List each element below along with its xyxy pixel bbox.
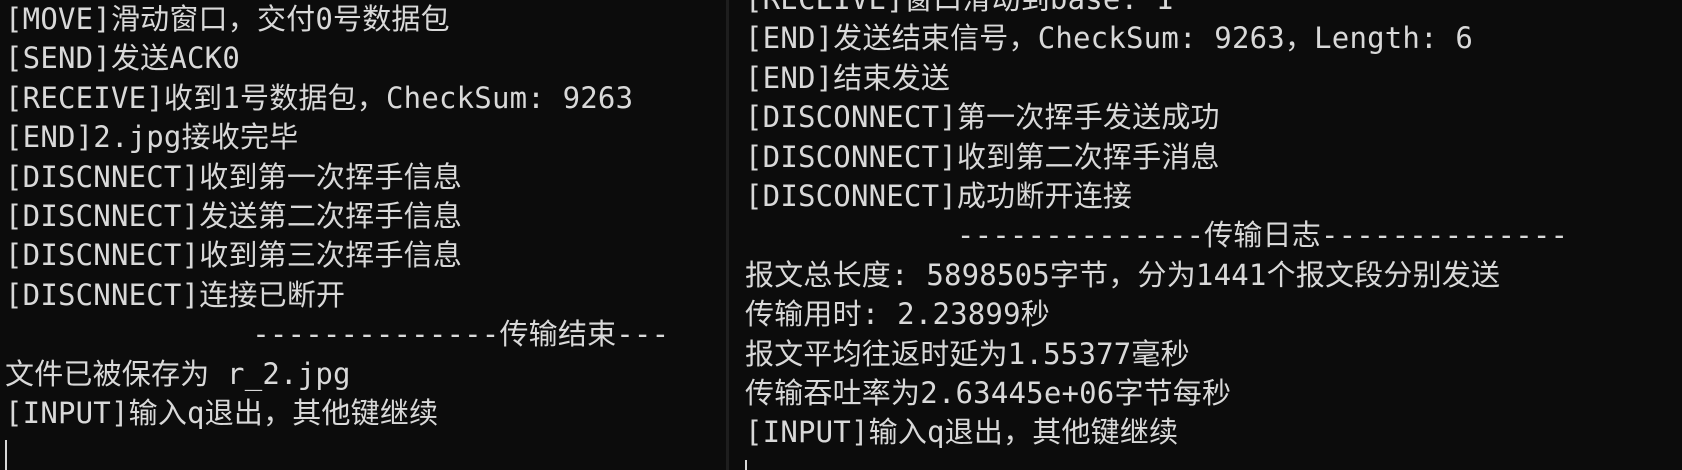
terminal-line: [END]结束发送 xyxy=(745,60,951,95)
terminal-line: [INPUT]输入q退出，其他键继续 xyxy=(745,415,1179,450)
text-cursor xyxy=(5,440,7,470)
terminal-line: [MOVE]滑动窗口，交付0号数据包 xyxy=(5,2,450,36)
terminal-line: 报文总长度: 5898505字节，分为1441个报文段分别发送 xyxy=(745,257,1501,292)
right-terminal-output: [RECEIVE]窗口滑动到base: 1 [END]发送结束信号，CheckS… xyxy=(745,0,1568,470)
terminal-screen: [MOVE]滑动窗口，交付0号数据包 [SEND]发送ACK0 [RECEIVE… xyxy=(0,0,1682,470)
text-cursor xyxy=(745,459,747,470)
terminal-line: [DISCNNECT]连接已断开 xyxy=(5,277,346,312)
terminal-line: 传输用时: 2.23899秒 xyxy=(745,297,1050,332)
terminal-line: --------------传输日志-------------- xyxy=(745,218,1569,253)
terminal-line: 传输吞吐率为2.63445e+06字节每秒 xyxy=(745,375,1232,410)
terminal-line: [DISCNNECT]收到第一次挥手信息 xyxy=(5,159,463,194)
right-terminal-pane[interactable]: [RECEIVE]窗口滑动到base: 1 [END]发送结束信号，CheckS… xyxy=(729,0,1682,470)
terminal-line: [DISCONNECT]第一次挥手发送成功 xyxy=(745,100,1220,135)
terminal-line: [SEND]发送ACK0 xyxy=(5,41,240,76)
terminal-line: --------------传输结束--- xyxy=(5,317,670,352)
terminal-line: [DISCNNECT]收到第三次挥手信息 xyxy=(5,238,463,273)
terminal-line: 文件已被保存为 r_2.jpg xyxy=(5,356,351,391)
terminal-line: [DISCONNECT]收到第二次挥手消息 xyxy=(745,139,1220,174)
terminal-line: [END]2.jpg接收完毕 xyxy=(5,120,299,155)
terminal-line: [END]发送结束信号，CheckSum: 9263，Length: 6 xyxy=(745,21,1474,56)
terminal-line: [INPUT]输入q退出，其他键继续 xyxy=(5,395,439,430)
terminal-line: 报文平均往返时延为1.55377毫秒 xyxy=(745,336,1190,371)
terminal-input-line[interactable] xyxy=(5,433,669,470)
left-terminal-pane[interactable]: [MOVE]滑动窗口，交付0号数据包 [SEND]发送ACK0 [RECEIVE… xyxy=(0,0,726,470)
terminal-line: [RECEIVE]窗口滑动到base: 1 xyxy=(745,0,1568,19)
terminal-line: [RECEIVE]收到1号数据包，CheckSum: 9263 xyxy=(5,80,634,115)
terminal-line: [DISCONNECT]成功断开连接 xyxy=(745,178,1133,213)
terminal-input-line[interactable] xyxy=(745,453,1568,470)
terminal-line: [DISCNNECT]发送第二次挥手信息 xyxy=(5,198,463,233)
left-terminal-output: [MOVE]滑动窗口，交付0号数据包 [SEND]发送ACK0 [RECEIVE… xyxy=(5,0,669,470)
